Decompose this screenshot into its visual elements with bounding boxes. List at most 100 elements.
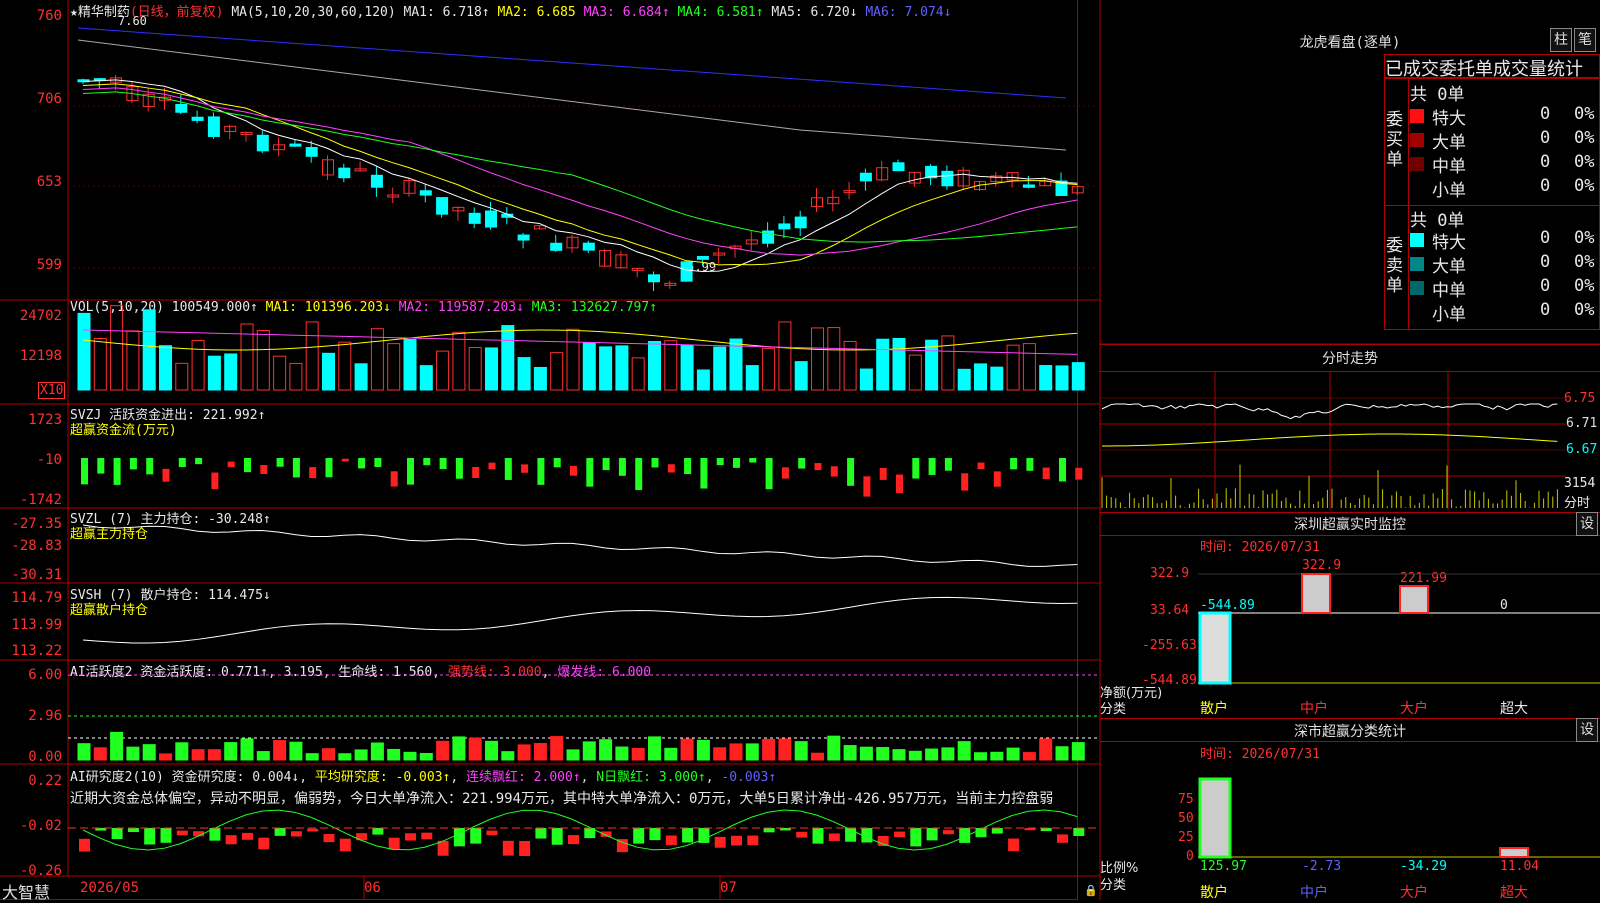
fund-flow-bar (81, 458, 88, 485)
research-bar (731, 835, 742, 846)
fund-flow-bar (570, 465, 577, 476)
candle-body (892, 162, 905, 172)
volume-bar (599, 346, 613, 391)
fund-flow-bar (977, 462, 985, 470)
activity-bar (354, 749, 368, 761)
activity-bar (452, 736, 466, 761)
candle-body (191, 116, 204, 121)
activity-bar (827, 735, 841, 761)
research-bar (290, 831, 302, 837)
fund-flow-bar (358, 458, 366, 469)
large-net-bar (1399, 585, 1429, 614)
research-bar (339, 838, 351, 852)
research-bar (747, 835, 759, 846)
volume-bar (289, 362, 303, 391)
volume-bar (729, 338, 743, 391)
fund-flow-bar (276, 458, 284, 467)
research-bar (649, 828, 661, 841)
research-bar (486, 830, 498, 836)
research-bar (1008, 838, 1020, 852)
fund-flow-bar (341, 458, 349, 462)
activity-bar (680, 738, 694, 761)
candle-body (778, 223, 791, 230)
retail-ratio-bar (1198, 777, 1232, 859)
fund-flow-bar (993, 471, 1001, 487)
volume-bar (305, 321, 319, 391)
activity-bar (631, 747, 645, 761)
volume-bar (387, 343, 401, 391)
activity-bar (77, 743, 91, 761)
activity-bar (191, 749, 205, 761)
activity-bar (664, 747, 678, 761)
volume-bar (322, 352, 335, 391)
fund-flow-bar (374, 458, 382, 467)
fund-flow-bar (488, 462, 496, 470)
volume-bar (957, 368, 971, 391)
volume-bar (941, 335, 955, 391)
fund-flow-bar (847, 458, 855, 486)
volume-bar (648, 341, 661, 391)
candle-body (582, 242, 595, 251)
research-bar (828, 833, 840, 841)
fund-flow-bar (944, 458, 952, 471)
activity-bar (501, 751, 515, 761)
candle-body (680, 261, 693, 282)
research-bar (111, 828, 123, 840)
candle-body (485, 210, 497, 228)
fund-flow-bar (830, 466, 838, 477)
research-bar (1057, 834, 1068, 843)
volume-bar (533, 366, 547, 391)
research-bar (225, 835, 237, 845)
volume-bar (175, 362, 189, 391)
volume-bar (256, 329, 270, 391)
fund-flow-bar (700, 458, 708, 489)
candle-body (436, 197, 449, 215)
activity-bar (142, 744, 156, 761)
activity-bar (745, 743, 759, 761)
volume-bar (485, 347, 498, 391)
activity-bar (126, 746, 140, 761)
volume-bar (1022, 343, 1036, 391)
activity-bar (566, 749, 580, 761)
research-bar (453, 828, 465, 847)
activity-bar (729, 743, 743, 761)
volume-bar (1071, 362, 1085, 391)
volume-bar (892, 337, 906, 391)
candle-body (517, 234, 530, 241)
volume-bar (550, 352, 564, 391)
research-bar (600, 831, 612, 837)
activity-bar (224, 742, 238, 761)
fund-flow-bar (1042, 467, 1050, 480)
fund-flow-bar (781, 467, 789, 479)
research-bar (258, 837, 270, 850)
research-bar (568, 835, 579, 845)
activity-bar (387, 748, 401, 761)
activity-bar (338, 753, 352, 761)
research-bar (242, 832, 253, 840)
volume-bar (778, 321, 792, 391)
fund-flow-bar (1026, 458, 1034, 471)
fund-flow-bar (928, 458, 936, 475)
research-bar (665, 835, 677, 845)
activity-bar (1055, 746, 1069, 761)
fund-flow-bar (749, 458, 757, 463)
mid-net-bar (1301, 573, 1331, 614)
activity-bar (468, 737, 482, 761)
candle-body (941, 170, 954, 187)
volume-bar (811, 327, 824, 391)
volume-bar (452, 331, 466, 391)
activity-bar (859, 746, 873, 761)
fund-flow-bar (146, 458, 154, 475)
fund-flow-bar (537, 458, 545, 485)
candle-body (1022, 184, 1035, 188)
volume-bar (273, 355, 287, 391)
volume-bar (191, 340, 205, 391)
activity-bar (876, 747, 890, 761)
research-bar (79, 838, 90, 852)
research-bar (682, 828, 694, 843)
research-bar (991, 828, 1003, 834)
volume-bar (696, 369, 710, 391)
fund-flow-bar (651, 458, 659, 468)
volume-bar (110, 305, 124, 391)
fund-flow-bar (292, 458, 300, 478)
